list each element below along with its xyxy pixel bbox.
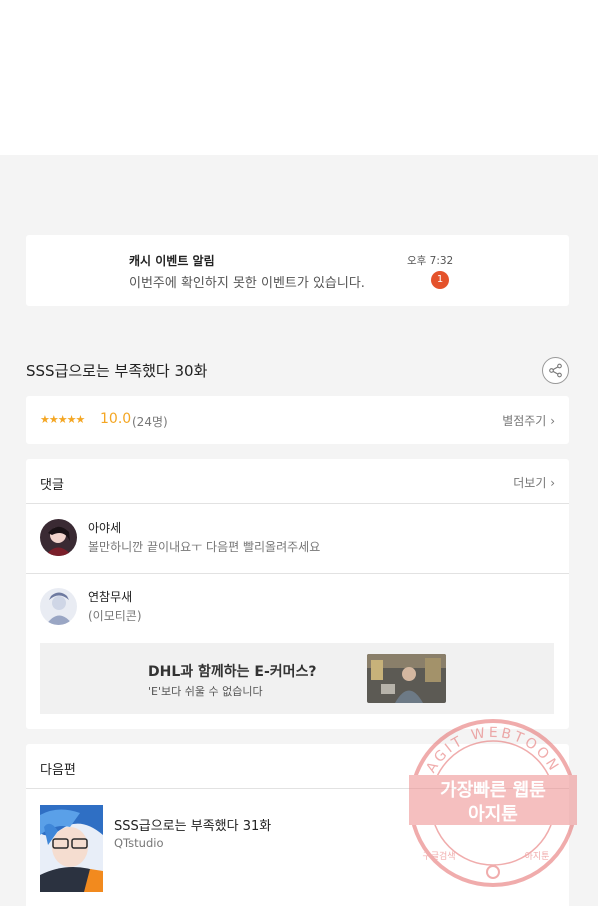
share-button[interactable] bbox=[542, 357, 569, 384]
comment-text: (이모티콘) bbox=[88, 609, 142, 623]
svg-text:아지툰: 아지툰 bbox=[525, 851, 550, 862]
notification-time: 오후 7:32 bbox=[407, 255, 454, 267]
notification-title: 캐시 이벤트 알림 bbox=[129, 254, 215, 268]
episode-title: SSS급으로는 부족했다 30화 bbox=[26, 362, 208, 380]
comment-author: 아야세 bbox=[88, 521, 122, 535]
rating-stars: ★★★★★ bbox=[40, 413, 85, 426]
next-episode-section-title: 다음편 bbox=[40, 763, 76, 778]
watermark-stamp: AGIT WEBTOON 가장빠른 웹툰 아지툰 구글검색 아지툰 bbox=[409, 719, 577, 887]
ad-banner[interactable]: DHL과 함께하는 E-커머스? 'E'보다 쉬울 수 없습니다 bbox=[40, 643, 554, 714]
svg-text:AGIT WEBTOON: AGIT WEBTOON bbox=[423, 725, 562, 776]
next-episode-title: SSS급으로는 부족했다 31화 bbox=[114, 819, 272, 834]
comment-text: 볼만하니깐 끝이내요ㅜ 다음편 빨리올려주세요 bbox=[88, 540, 321, 554]
rating-votes: (24명) bbox=[132, 415, 168, 429]
share-icon bbox=[549, 363, 562, 378]
ad-image bbox=[367, 654, 446, 703]
comments-title: 댓글 bbox=[40, 478, 64, 493]
comments-card: 댓글 더보기 › 아야세 볼만하니깐 끝이내요ㅜ 다음편 빨리올려주세요 연참무… bbox=[26, 459, 569, 729]
rate-button-label: 별점주기 bbox=[502, 414, 547, 428]
avatar bbox=[40, 588, 77, 625]
notification-badge: 1 bbox=[431, 271, 449, 289]
chevron-right-icon: › bbox=[550, 476, 555, 490]
avatar bbox=[40, 519, 77, 556]
rating-score: 10.0 bbox=[100, 411, 132, 427]
top-blank-area bbox=[0, 0, 598, 155]
rating-card: ★★★★★ 10.0 (24명) 별점주기 › bbox=[26, 396, 569, 444]
ad-title: DHL과 함께하는 E-커머스? bbox=[148, 664, 317, 680]
comment-item: 연참무새 (이모티콘) bbox=[26, 574, 569, 642]
next-episode-studio: QTstudio bbox=[114, 836, 164, 850]
svg-text:가장빠른 웹툰: 가장빠른 웹툰 bbox=[440, 780, 546, 801]
rate-button[interactable]: 별점주기 › bbox=[502, 412, 555, 429]
comments-more-button[interactable]: 더보기 › bbox=[513, 474, 555, 491]
comment-item: 아야세 볼만하니깐 끝이내요ㅜ 다음편 빨리올려주세요 bbox=[26, 505, 569, 573]
svg-text:아지툰: 아지툰 bbox=[468, 804, 518, 825]
comments-header: 댓글 더보기 › bbox=[26, 459, 569, 504]
more-label: 더보기 bbox=[513, 476, 547, 490]
ad-subtitle: 'E'보다 쉬울 수 없습니다 bbox=[148, 685, 263, 698]
next-episode-thumbnail bbox=[40, 805, 103, 892]
notification-card[interactable]: 캐시 이벤트 알림 이번주에 확인하지 못한 이벤트가 있습니다. 오후 7:3… bbox=[26, 235, 569, 306]
svg-text:구글검색: 구글검색 bbox=[422, 850, 455, 862]
comment-author: 연참무새 bbox=[88, 590, 133, 604]
chevron-right-icon: › bbox=[550, 414, 555, 428]
notification-message: 이번주에 확인하지 못한 이벤트가 있습니다. bbox=[129, 276, 365, 291]
